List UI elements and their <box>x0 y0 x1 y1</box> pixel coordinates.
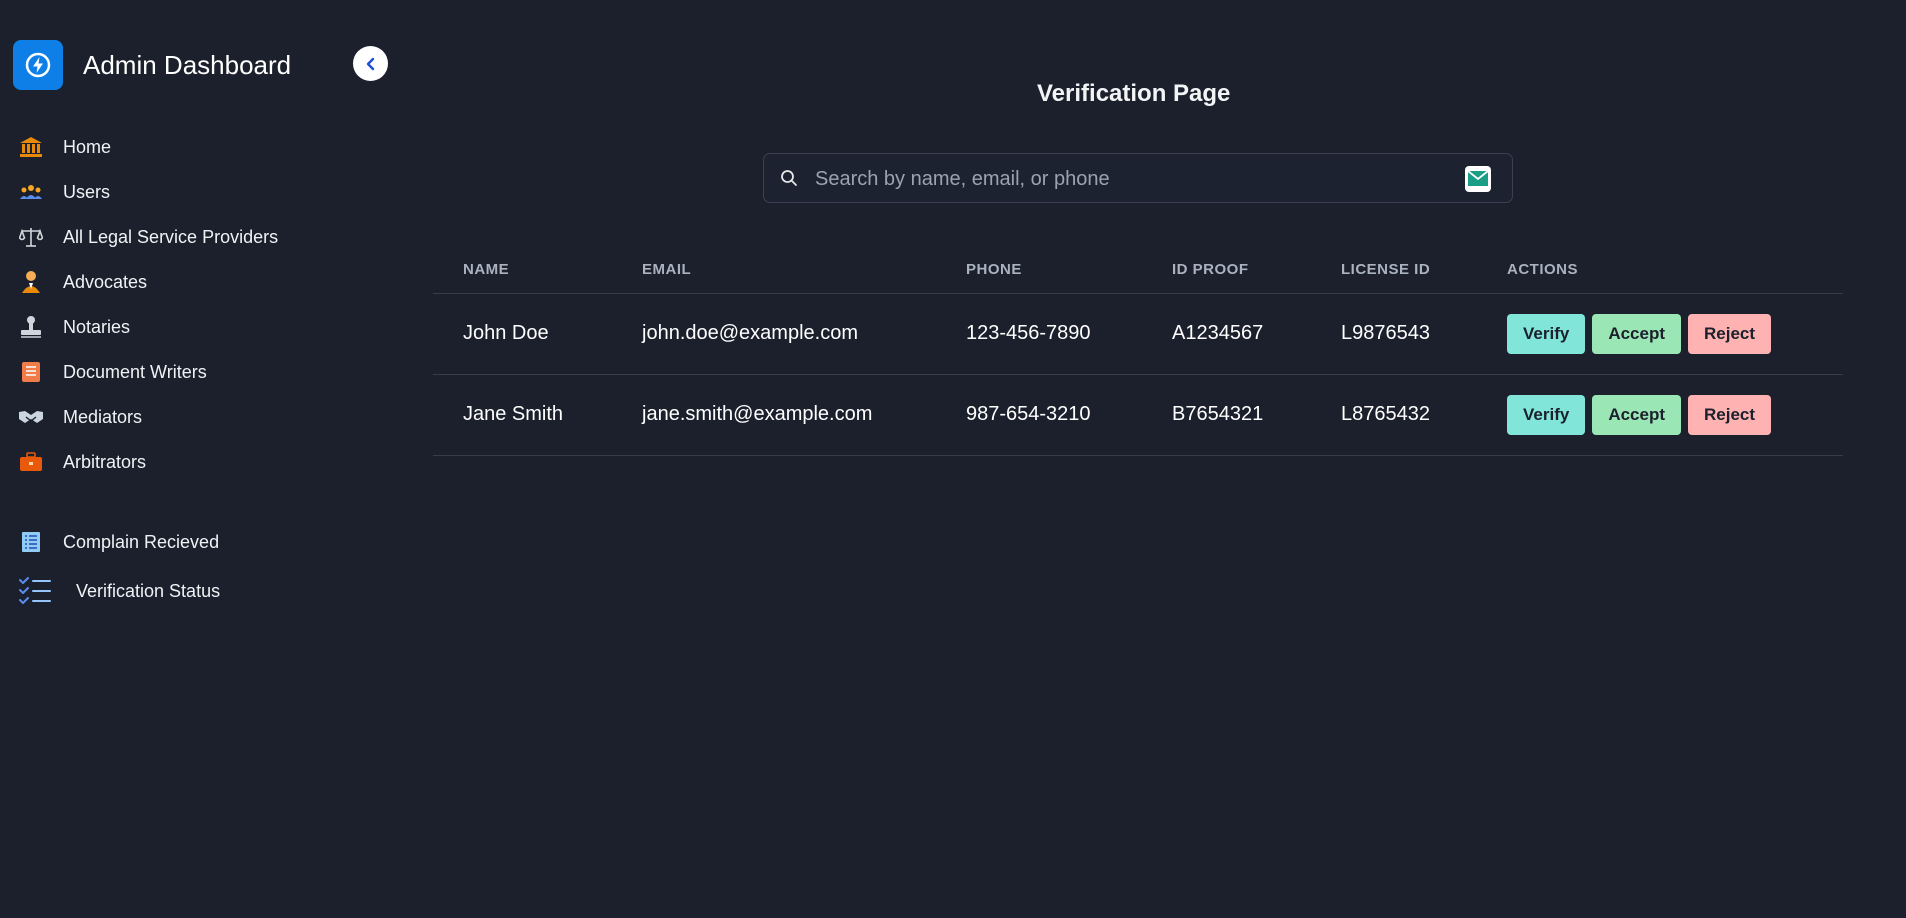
sidebar-item-label: Advocates <box>63 271 148 292</box>
sidebar-item-verification-status[interactable]: Verification Status <box>18 576 220 606</box>
column-header-actions: ACTIONS <box>1477 246 1843 294</box>
table-row: Jane Smith jane.smith@example.com 987-65… <box>433 374 1843 456</box>
sidebar-item-mediators[interactable]: Mediators <box>18 402 142 432</box>
cell-license-id: L9876543 <box>1311 293 1477 375</box>
column-header-email: EMAIL <box>612 246 936 294</box>
cell-name: Jane Smith <box>433 374 612 456</box>
sidebar-item-label: All Legal Service Providers <box>63 226 279 247</box>
sidebar-item-label: Mediators <box>63 406 143 427</box>
page-title: Verification Page <box>1037 80 1231 107</box>
sidebar-item-users[interactable]: Users <box>18 177 110 207</box>
column-header-name: NAME <box>433 246 612 294</box>
accept-button[interactable]: Accept <box>1592 313 1681 354</box>
scales-icon <box>18 224 44 250</box>
sidebar-item-label: Users <box>63 181 111 202</box>
cell-name: John Doe <box>433 293 612 375</box>
sidebar-item-advocates[interactable]: Advocates <box>18 267 147 297</box>
search-bar <box>763 153 1513 203</box>
sidebar-item-arbitrators[interactable]: Arbitrators <box>18 447 146 477</box>
sidebar-item-home[interactable]: Home <box>18 132 111 162</box>
sidebar-item-complain-recieved[interactable]: Complain Recieved <box>18 527 219 557</box>
sidebar: Admin Dashboard Home Users All Legal Ser… <box>0 0 400 918</box>
verification-table: NAME EMAIL PHONE ID PROOF LICENSE ID ACT… <box>433 246 1843 456</box>
sidebar-item-document-writers[interactable]: Document Writers <box>18 357 207 387</box>
sidebar-item-label: Document Writers <box>63 361 207 382</box>
mail-extension-icon[interactable] <box>1465 166 1491 197</box>
verify-button[interactable]: Verify <box>1507 394 1586 435</box>
search-icon <box>780 169 798 192</box>
column-header-id-proof: ID PROOF <box>1142 246 1311 294</box>
search-input[interactable] <box>815 164 1415 194</box>
brand[interactable]: Admin Dashboard <box>13 40 291 90</box>
accept-button[interactable]: Accept <box>1592 394 1681 435</box>
verify-button[interactable]: Verify <box>1507 313 1586 354</box>
cell-actions: Verify Accept Reject <box>1477 374 1843 456</box>
checklist-icon <box>18 577 52 604</box>
sidebar-item-label: Verification Status <box>76 580 221 601</box>
table-row: John Doe john.doe@example.com 123-456-78… <box>433 293 1843 375</box>
handshake-icon <box>18 404 44 430</box>
bank-icon <box>18 134 44 160</box>
sidebar-item-label: Home <box>63 136 112 157</box>
cell-phone: 123-456-7890 <box>936 293 1142 375</box>
reject-button[interactable]: Reject <box>1688 313 1772 354</box>
sidebar-item-label: Arbitrators <box>63 451 147 472</box>
list-icon <box>18 529 44 555</box>
collapse-sidebar-button[interactable] <box>353 46 388 81</box>
brand-title: Admin Dashboard <box>83 49 292 80</box>
lightning-logo-icon <box>13 40 63 90</box>
cell-actions: Verify Accept Reject <box>1477 293 1843 375</box>
cell-phone: 987-654-3210 <box>936 374 1142 456</box>
cell-email: john.doe@example.com <box>612 293 936 375</box>
briefcase-icon <box>18 449 44 475</box>
table-header-row: NAME EMAIL PHONE ID PROOF LICENSE ID ACT… <box>433 246 1843 294</box>
chevron-left-icon <box>366 57 374 70</box>
stamp-icon <box>18 314 44 340</box>
sidebar-item-notaries[interactable]: Notaries <box>18 312 130 342</box>
reject-button[interactable]: Reject <box>1688 394 1772 435</box>
sidebar-item-label: Complain Recieved <box>63 531 220 552</box>
cell-id-proof: A1234567 <box>1142 293 1311 375</box>
column-header-phone: PHONE <box>936 246 1142 294</box>
document-icon <box>18 359 44 385</box>
sidebar-item-all-legal-service-providers[interactable]: All Legal Service Providers <box>18 222 278 252</box>
column-header-license-id: LICENSE ID <box>1311 246 1477 294</box>
cell-email: jane.smith@example.com <box>612 374 936 456</box>
advocate-icon <box>18 269 44 295</box>
cell-id-proof: B7654321 <box>1142 374 1311 456</box>
sidebar-item-label: Notaries <box>63 316 131 337</box>
cell-license-id: L8765432 <box>1311 374 1477 456</box>
users-icon <box>18 179 44 205</box>
